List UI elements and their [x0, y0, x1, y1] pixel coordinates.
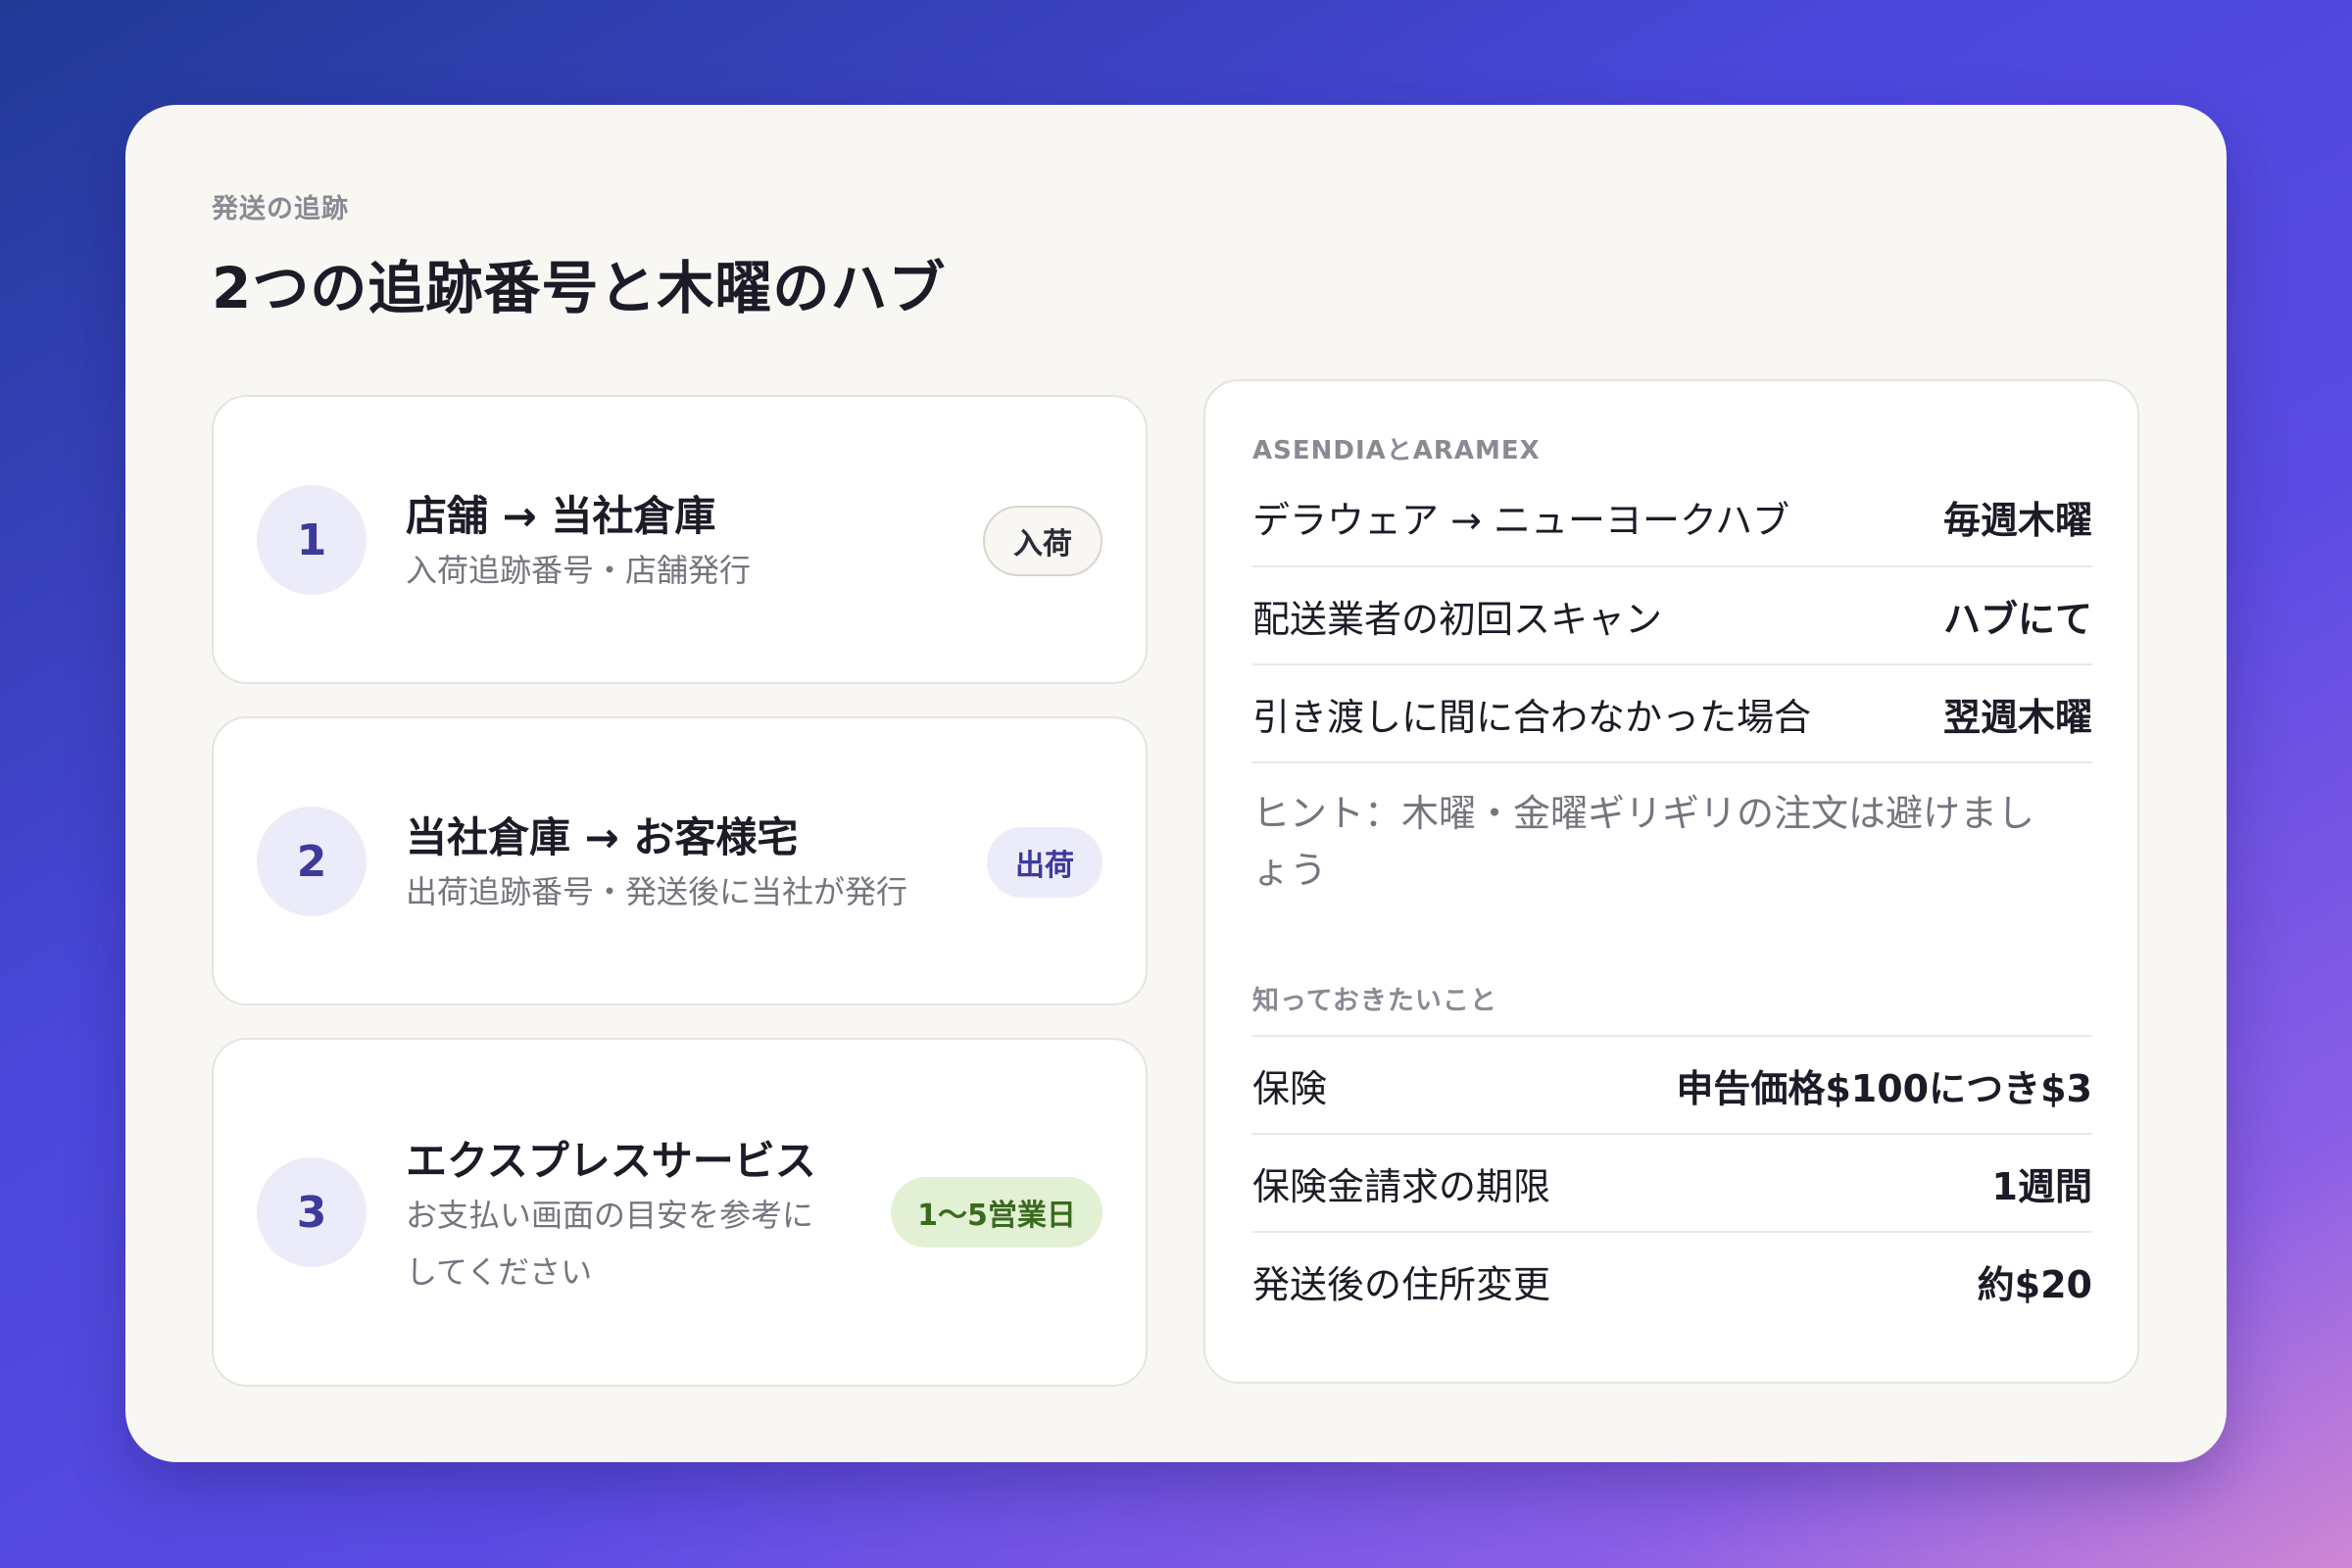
step-title: エクスプレスサービス	[406, 1137, 816, 1185]
step-subtitle: 出荷追跡番号・発送後に当社が発行	[406, 873, 908, 910]
step-number: 2	[257, 807, 367, 916]
row-value: 毎週木曜	[1942, 498, 2092, 542]
carrier-heading: ASENDIAとARAMEX	[1252, 436, 1541, 466]
section-eyebrow: 発送の追跡	[212, 194, 349, 224]
row-value: 1週間	[1991, 1164, 2092, 1208]
step-card-express: 3 エクスプレスサービス お支払い画面の目安を参考に してください 1〜5営業日	[212, 1038, 1148, 1387]
know-row: 保険 申告価格$100につき$3	[1252, 1035, 2092, 1133]
step-subtitle: 入荷追跡番号・店舗発行	[406, 552, 752, 589]
row-value: 翌週木曜	[1942, 695, 2092, 739]
row-label: 発送後の住所変更	[1252, 1262, 1551, 1306]
row-label: 引き渡しに間に合わなかった場合	[1252, 695, 1812, 739]
status-badge-express: 1〜5営業日	[891, 1177, 1102, 1248]
know-row: 保険金請求の期限 1週間	[1252, 1133, 2092, 1231]
know-heading: 知っておきたいこと	[1252, 986, 1497, 1016]
row-label: 配送業者の初回スキャン	[1252, 597, 1663, 641]
step-number: 3	[257, 1157, 367, 1267]
carrier-row: デラウェア → ニューヨークハブ 毎週木曜	[1252, 467, 2092, 565]
know-row: 発送後の住所変更 約$20	[1252, 1231, 2092, 1329]
row-value: ハブにて	[1942, 597, 2092, 641]
tracking-panel: 発送の追跡 2つの追跡番号と木曜のハブ 1 店舗 → 当社倉庫 入荷追跡番号・店…	[125, 105, 2227, 1462]
hint-line1: ヒント：木曜・金曜ギリギリの注文は避けまし	[1252, 792, 2035, 835]
step-subtitle-line2: してください	[406, 1253, 593, 1291]
row-label: デラウェア → ニューヨークハブ	[1252, 498, 1790, 542]
step-card-outbound: 2 当社倉庫 → お客様宅 出荷追跡番号・発送後に当社が発行 出荷	[212, 716, 1148, 1005]
carrier-row: 引き渡しに間に合わなかった場合 翌週木曜	[1252, 663, 2092, 761]
status-badge-inbound: 入荷	[983, 506, 1102, 576]
page-title: 2つの追跡番号と木曜のハブ	[212, 255, 947, 321]
hint-line2: ょう	[1252, 849, 1328, 892]
step-title: 店舗 → 当社倉庫	[406, 492, 716, 540]
carrier-row: 配送業者の初回スキャン ハブにて	[1252, 565, 2092, 663]
row-value: 約$20	[1977, 1262, 2092, 1306]
step-number: 1	[257, 485, 367, 595]
hint-text: ヒント：木曜・金曜ギリギリの注文は避けまし ょう	[1252, 761, 2092, 899]
step-card-inbound: 1 店舗 → 当社倉庫 入荷追跡番号・店舗発行 入荷	[212, 395, 1148, 684]
step-title: 当社倉庫 → お客様宅	[406, 813, 799, 861]
row-label: 保険金請求の期限	[1252, 1164, 1551, 1208]
row-label: 保険	[1252, 1066, 1328, 1110]
carrier-info-card: ASENDIAとARAMEX デラウェア → ニューヨークハブ 毎週木曜 配送業…	[1203, 379, 2139, 1384]
row-value: 申告価格$100につき$3	[1676, 1066, 2092, 1110]
step-subtitle-line1: お支払い画面の目安を参考に	[406, 1197, 814, 1234]
status-badge-outbound: 出荷	[987, 827, 1102, 898]
